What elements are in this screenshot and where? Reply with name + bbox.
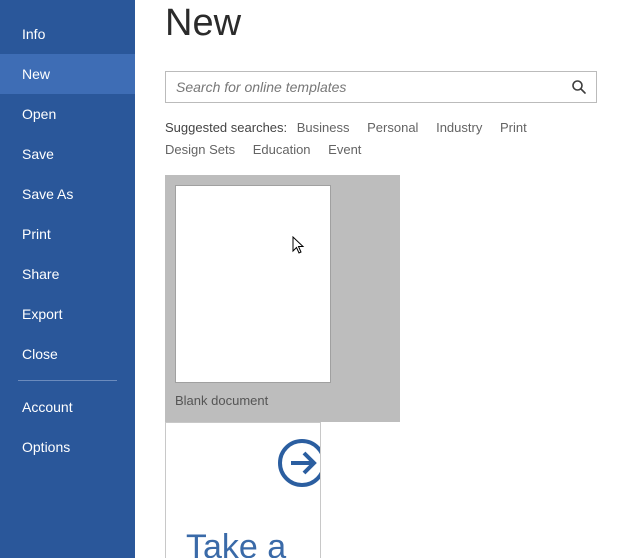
sidebar-item-export[interactable]: Export: [0, 294, 135, 334]
sidebar-divider: [18, 380, 117, 381]
search-icon: [571, 79, 587, 95]
template-blank-document[interactable]: Blank document: [165, 175, 400, 422]
cursor-icon: [292, 236, 308, 256]
suggested-link-print[interactable]: Print: [500, 117, 527, 139]
main-panel: New Suggested searches: Business Persona…: [135, 0, 622, 558]
sidebar-item-close[interactable]: Close: [0, 334, 135, 374]
template-grid: Blank document Take a tour W: [165, 175, 622, 558]
template-caption-text: Blank document: [175, 393, 268, 408]
sidebar-item-save-as[interactable]: Save As: [0, 174, 135, 214]
template-welcome-tour[interactable]: Take a tour Welcome to Word: [165, 422, 400, 558]
page-title: New: [165, 2, 622, 45]
suggested-label: Suggested searches:: [165, 120, 287, 135]
template-thumb-tour: Take a tour: [165, 422, 321, 558]
arrow-right-circle-icon: [274, 435, 321, 491]
template-caption: Blank document: [165, 393, 400, 422]
suggested-searches: Suggested searches: Business Personal In…: [165, 117, 597, 161]
suggested-link-education[interactable]: Education: [253, 139, 311, 161]
sidebar-item-open[interactable]: Open: [0, 94, 135, 134]
template-thumb-blank: [175, 185, 331, 383]
sidebar-item-new[interactable]: New: [0, 54, 135, 94]
backstage-sidebar: Info New Open Save Save As Print Share E…: [0, 0, 135, 558]
sidebar-item-share[interactable]: Share: [0, 254, 135, 294]
template-search[interactable]: [165, 71, 597, 103]
suggested-link-industry[interactable]: Industry: [436, 117, 482, 139]
tour-heading: Take a tour: [186, 530, 286, 558]
search-input[interactable]: [166, 79, 562, 95]
suggested-link-designsets[interactable]: Design Sets: [165, 139, 235, 161]
sidebar-item-options[interactable]: Options: [0, 427, 135, 467]
sidebar-item-info[interactable]: Info: [0, 14, 135, 54]
search-button[interactable]: [562, 72, 596, 102]
suggested-link-personal[interactable]: Personal: [367, 117, 418, 139]
suggested-link-event[interactable]: Event: [328, 139, 361, 161]
suggested-link-business[interactable]: Business: [297, 117, 350, 139]
sidebar-item-print[interactable]: Print: [0, 214, 135, 254]
sidebar-item-save[interactable]: Save: [0, 134, 135, 174]
sidebar-item-account[interactable]: Account: [0, 387, 135, 427]
